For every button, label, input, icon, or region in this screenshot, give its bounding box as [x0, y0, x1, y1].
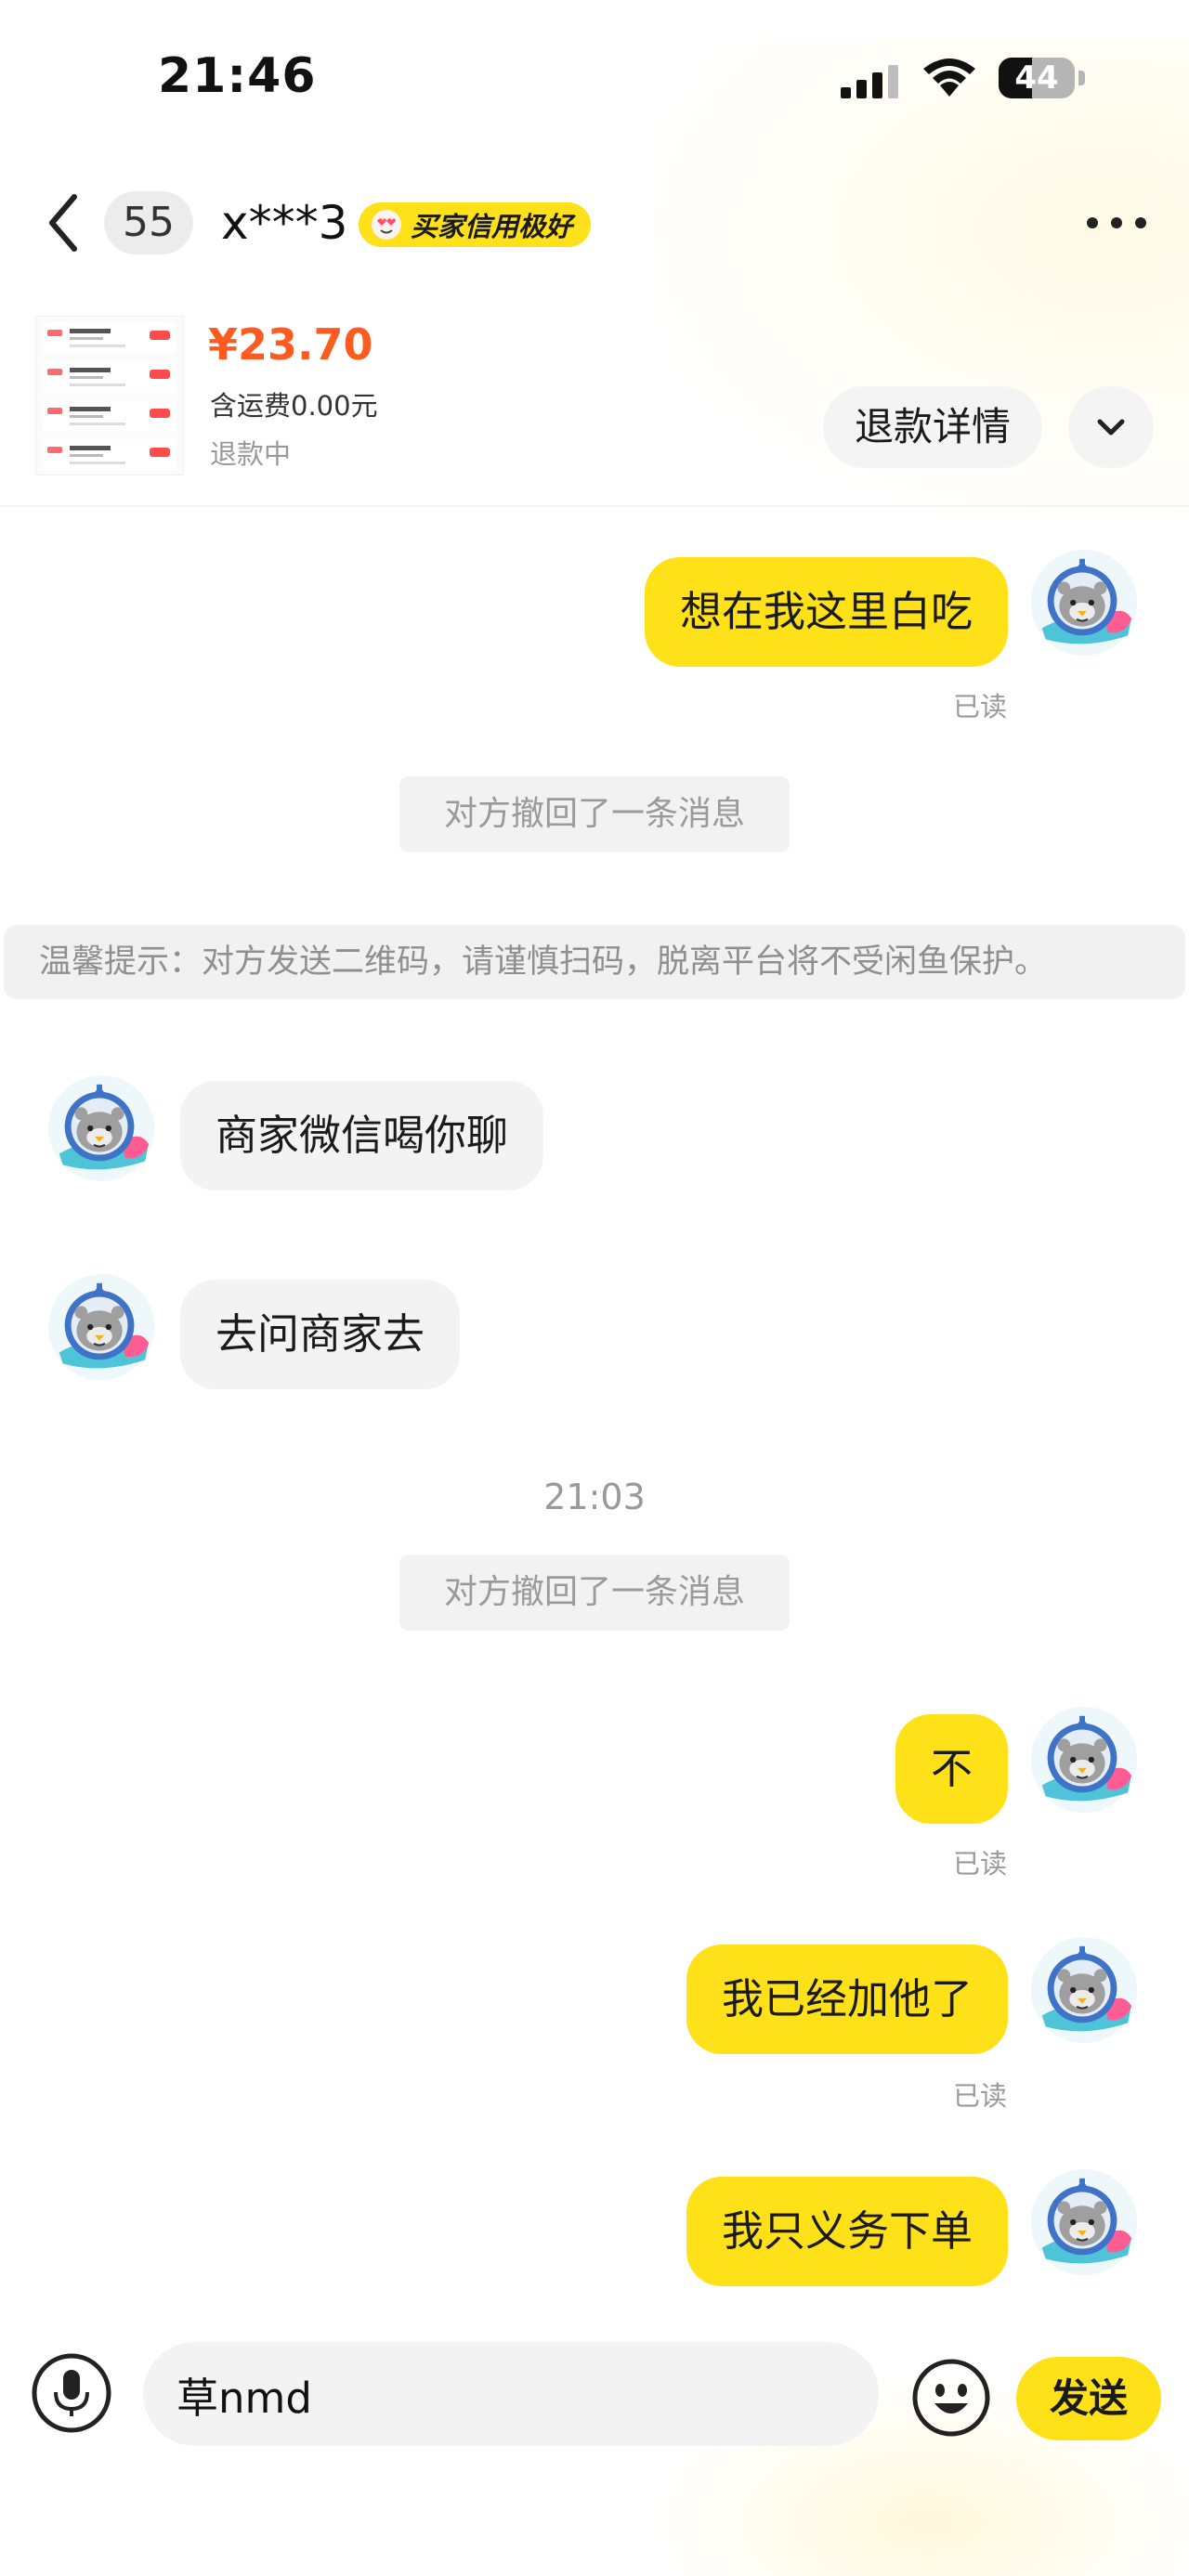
credit-badge-label: 买家信用极好 — [411, 211, 573, 242]
message-bubble-other[interactable]: 商家微信喝你聊 — [180, 1081, 544, 1190]
chevron-down-icon — [1097, 419, 1125, 436]
shipping-fee: 含运费0.00元 — [210, 390, 378, 422]
contact-avatar[interactable] — [46, 1272, 156, 1382]
message-timestamp: 21:03 — [543, 1477, 646, 1517]
wifi-icon — [923, 59, 975, 97]
self-avatar[interactable] — [1029, 1935, 1139, 2045]
product-price: ¥23.70 — [208, 319, 373, 370]
battery-icon: 44 — [999, 58, 1086, 98]
order-status: 退款中 — [210, 438, 292, 470]
read-receipt: 已读 — [953, 1848, 1008, 1880]
contact-name[interactable]: x***3 — [221, 191, 347, 254]
credit-badge[interactable]: 买家信用极好 — [359, 202, 592, 247]
battery-percentage: 44 — [1014, 59, 1059, 97]
message-bubble-self[interactable]: 我只义务下单 — [686, 2177, 1008, 2286]
divider — [0, 505, 1189, 507]
safety-tip-banner: 温馨提示：对方发送二维码，请谨慎扫码，脱离平台将不受闲鱼保护。 — [4, 925, 1185, 999]
self-avatar[interactable] — [1029, 1705, 1139, 1815]
recall-notice: 对方撤回了一条消息 — [399, 1555, 790, 1631]
chat-screen: 21:46 44 55 x***3 买家信用极好 ¥23.70 含运费0.00元… — [0, 0, 1189, 2576]
message-bubble-self[interactable]: 不 — [895, 1714, 1008, 1824]
refund-details-button[interactable]: 退款详情 — [823, 386, 1042, 468]
smiley-icon[interactable] — [910, 2357, 992, 2439]
self-avatar[interactable] — [1029, 548, 1139, 657]
message-bubble-other[interactable]: 去问商家去 — [180, 1280, 461, 1389]
microphone-icon[interactable] — [30, 2351, 113, 2435]
send-button[interactable]: 发送 — [1016, 2357, 1161, 2440]
back-chevron-icon[interactable] — [41, 186, 87, 260]
self-avatar[interactable] — [1029, 2167, 1139, 2277]
message-bubble-self[interactable]: 我已经加他了 — [686, 1945, 1008, 2054]
status-time: 21:46 — [158, 48, 317, 104]
message-input[interactable] — [143, 2342, 879, 2446]
message-bubble-self[interactable]: 想在我这里白吃 — [644, 557, 1008, 667]
contact-avatar[interactable] — [46, 1073, 156, 1183]
read-receipt: 已读 — [953, 691, 1008, 722]
unread-count-badge[interactable]: 55 — [104, 191, 193, 254]
more-dots-icon[interactable] — [1083, 206, 1150, 240]
recall-notice: 对方撤回了一条消息 — [399, 776, 790, 852]
heart-eyes-face-icon — [372, 210, 401, 240]
read-receipt: 已读 — [953, 2080, 1008, 2112]
expand-button[interactable] — [1068, 386, 1154, 468]
signal-icon — [841, 65, 898, 98]
product-thumbnail[interactable] — [35, 316, 184, 475]
